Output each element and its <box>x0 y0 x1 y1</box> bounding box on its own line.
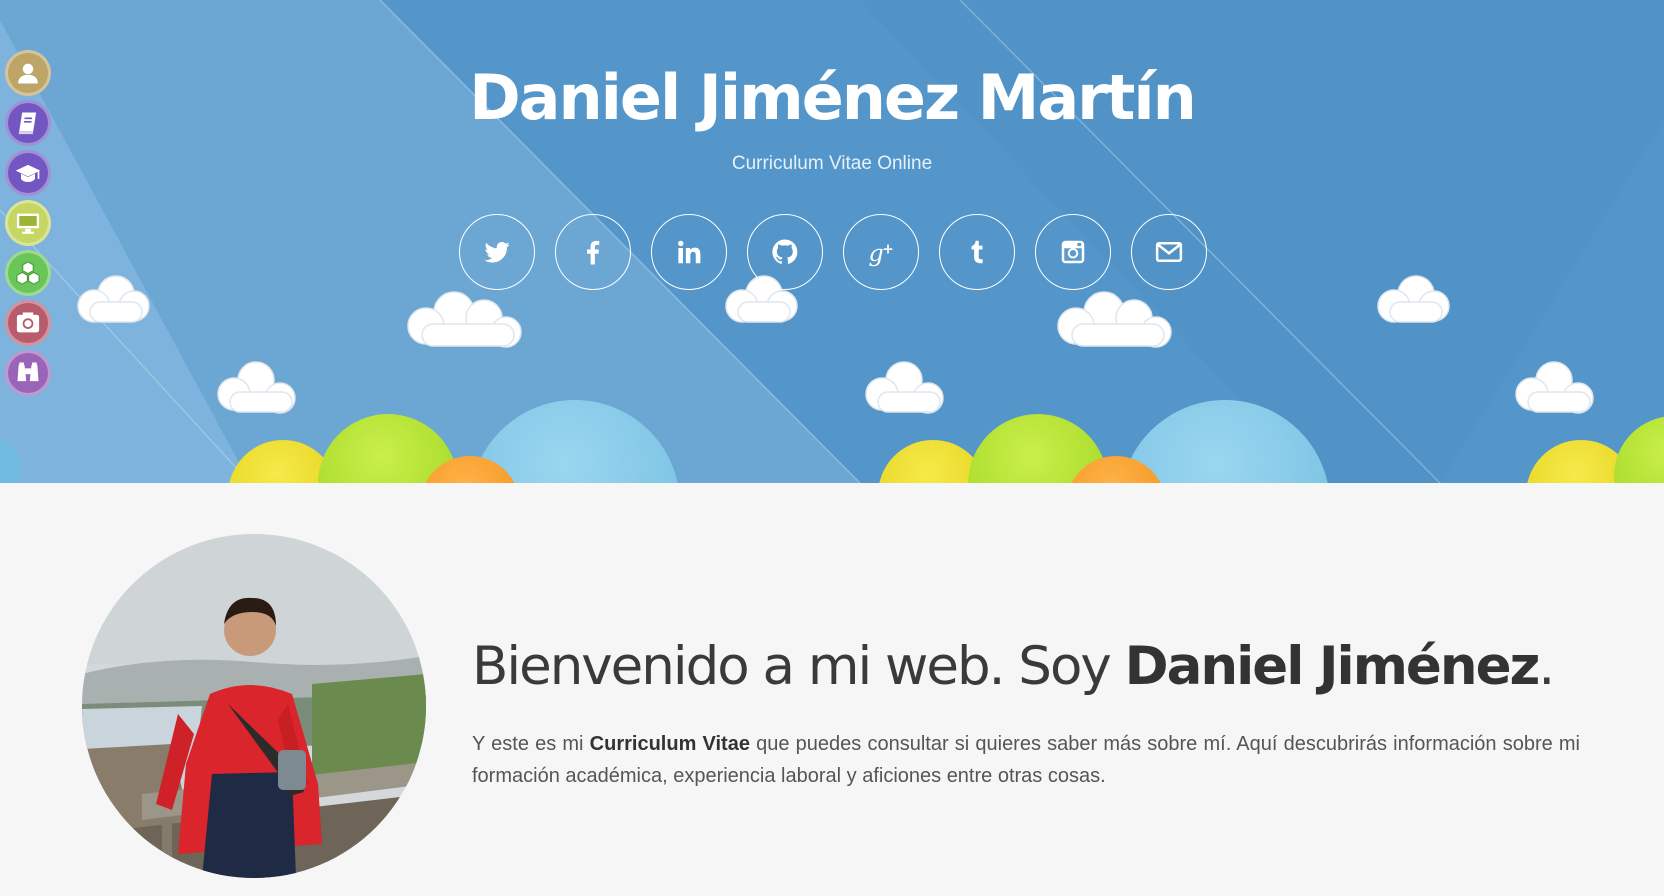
profile-photo-image <box>82 534 426 878</box>
welcome-heading: Bienvenido a mi web. Soy Daniel Jiménez. <box>472 632 1592 702</box>
graduation-cap-icon <box>15 164 41 182</box>
nav-skills[interactable] <box>5 250 51 296</box>
cloud-decoration <box>1057 291 1172 348</box>
monitor-icon <box>16 213 40 234</box>
cloud-decoration <box>407 291 522 348</box>
svg-text:+: + <box>882 241 894 257</box>
cloud-decoration <box>1377 275 1450 323</box>
nav-book[interactable] <box>5 100 51 146</box>
google-plus-button[interactable]: g + <box>843 214 919 290</box>
user-icon <box>18 63 38 84</box>
instagram-icon <box>1061 240 1085 264</box>
instagram-button[interactable] <box>1035 214 1111 290</box>
cloud-decoration <box>217 361 296 414</box>
cloud-decoration <box>77 275 150 323</box>
cloud-decoration <box>865 361 944 414</box>
page-subtitle: Curriculum Vitae Online <box>731 153 933 174</box>
tumblr-button[interactable] <box>939 214 1015 290</box>
welcome-paragraph-cv: Curriculum Vitae <box>589 733 750 755</box>
linkedin-button[interactable] <box>651 214 727 290</box>
github-button[interactable] <box>747 214 823 290</box>
github-icon <box>772 239 798 264</box>
nav-education[interactable] <box>5 150 51 196</box>
binoculars-icon <box>17 362 39 382</box>
nav-portfolio[interactable] <box>5 300 51 346</box>
tumblr-icon <box>971 240 983 264</box>
google-plus-icon: g+ <box>869 239 894 267</box>
email-icon <box>1155 242 1183 262</box>
welcome-heading-period: . <box>1538 636 1555 697</box>
profile-photo <box>82 534 426 878</box>
welcome-paragraph: Y este es mi Curriculum Vitae que puedes… <box>472 728 1580 792</box>
book-icon <box>18 112 37 135</box>
nav-hobbies[interactable] <box>5 350 51 396</box>
welcome-heading-text: Bienvenido a mi web. Soy <box>472 636 1125 697</box>
twitter-button[interactable] <box>459 214 535 290</box>
email-button[interactable] <box>1131 214 1207 290</box>
cubes-icon <box>16 261 40 285</box>
welcome-heading-name: Daniel Jiménez <box>1124 636 1541 697</box>
cloud-decoration <box>1515 361 1594 414</box>
facebook-button[interactable] <box>555 214 631 290</box>
section-nav <box>5 50 51 400</box>
welcome-paragraph-start: Y este es mi <box>472 733 590 755</box>
page-title: Daniel Jiménez Martín <box>469 61 1197 134</box>
camera-icon <box>16 312 40 333</box>
facebook-icon <box>587 240 600 265</box>
twitter-icon <box>484 242 510 263</box>
hero-header: Daniel Jiménez Martín Curriculum Vitae O… <box>0 0 1664 483</box>
social-links: g + <box>459 214 1211 292</box>
nav-profile[interactable] <box>5 50 51 96</box>
linkedin-icon <box>678 240 701 264</box>
nav-experience[interactable] <box>5 200 51 246</box>
